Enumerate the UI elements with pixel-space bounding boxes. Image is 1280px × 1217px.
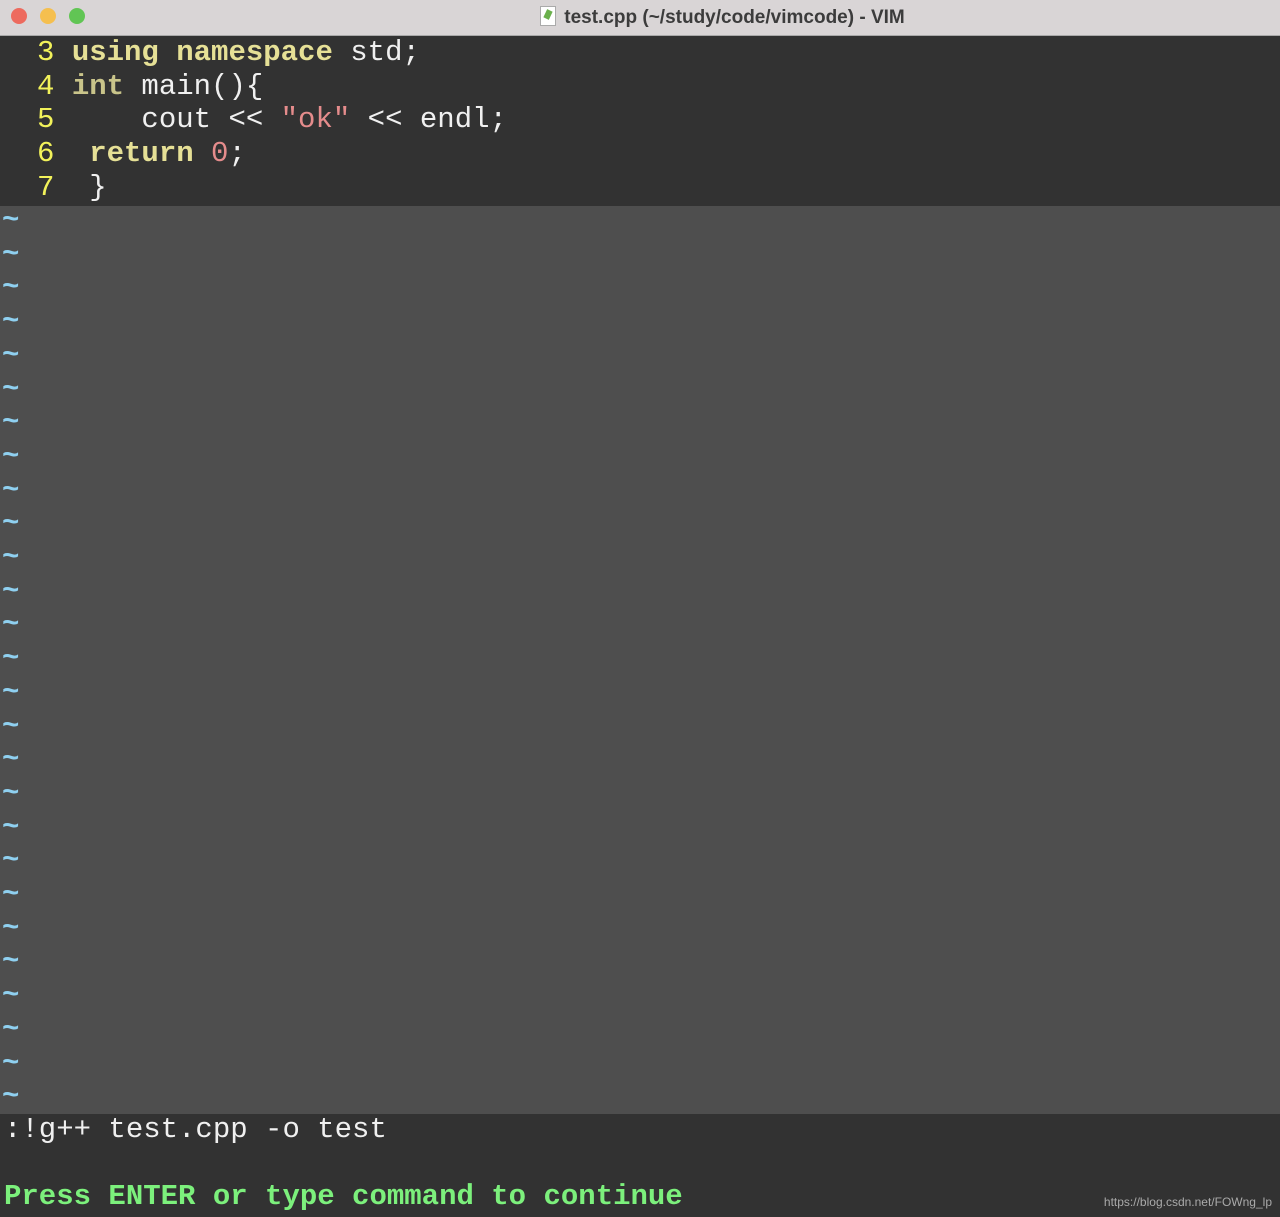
tilde-marker: ~: [2, 642, 20, 676]
press-enter-prompt: Press ENTER or type command to continue: [4, 1180, 683, 1213]
watermark: https://blog.csdn.net/FOWng_lp: [1103, 1195, 1272, 1209]
code-line[interactable]: 4 int main(){: [37, 70, 263, 104]
window-title-text: test.cpp (~/study/code/vimcode) - VIM: [564, 7, 905, 28]
tilde-marker: ~: [2, 911, 20, 945]
code-token: std;: [332, 36, 420, 69]
tilde-marker: ~: [2, 844, 20, 878]
tilde-marker: ~: [2, 878, 20, 911]
line-number: 5: [37, 103, 72, 137]
code-token: "ok": [280, 103, 351, 137]
tilde-marker: ~: [2, 541, 20, 574]
code-line[interactable]: 7 }: [37, 171, 107, 205]
tilde-marker: ~: [2, 709, 20, 743]
code-token: return: [89, 137, 194, 171]
code-line[interactable]: 6 return 0;: [37, 137, 246, 171]
line-number: 7: [37, 170, 72, 204]
line-number: 4: [37, 69, 72, 103]
command-line[interactable]: :!g++ test.cpp -o test: [4, 1113, 387, 1147]
code-token: << endl;: [350, 103, 507, 137]
code-token: ;: [228, 137, 246, 171]
code-line[interactable]: 3 using namespace std;: [37, 36, 420, 70]
code-token: cout <<: [71, 103, 281, 137]
tilde-marker: ~: [2, 675, 20, 709]
tilde-marker: ~: [2, 338, 20, 372]
code-token: int: [71, 69, 125, 103]
tilde-marker: ~: [2, 439, 20, 473]
tilde-marker: ~: [2, 305, 20, 339]
tilde-marker: ~: [2, 574, 20, 608]
tilde-marker: ~: [2, 204, 20, 237]
tilde-marker: ~: [2, 1012, 20, 1046]
tilde-marker: ~: [2, 372, 20, 406]
tilde-marker: ~: [2, 810, 20, 844]
code-token: main(){: [124, 69, 264, 103]
tilde-marker: ~: [2, 743, 20, 777]
tilde-marker: ~: [2, 1046, 20, 1080]
line-number: 3: [37, 36, 72, 69]
code-token: }: [71, 170, 107, 204]
tilde-marker: ~: [2, 271, 20, 305]
tilde-marker: ~: [2, 776, 20, 810]
line-number: 6: [37, 137, 72, 171]
tilde-marker: ~: [2, 473, 20, 507]
cpp-file-icon: [540, 6, 557, 26]
tilde-marker: ~: [2, 608, 20, 642]
tilde-marker: ~: [2, 507, 20, 541]
code-line[interactable]: 5 cout << "ok" << endl;: [37, 103, 507, 137]
window-title: test.cpp (~/study/code/vimcode) - VIM: [0, 6, 1280, 29]
code-token: using: [71, 36, 159, 69]
empty-buffer-area: ~ ~ ~ ~ ~ ~ ~ ~ ~ ~ ~ ~ ~ ~ ~ ~ ~ ~ ~ ~ ~ ~ ~ ~ ~ ~ ~: [0, 204, 1280, 1114]
title-bar: test.cpp (~/study/code/vimcode) - VIM: [0, 0, 1280, 36]
tilde-marker: ~: [2, 1080, 20, 1114]
tilde-marker: ~: [2, 406, 20, 440]
code-token: namespace: [176, 36, 333, 69]
code-area[interactable]: 3 using namespace std; 4 int main(){5 cou…: [0, 36, 1280, 206]
code-token: 0: [211, 137, 229, 171]
tilde-marker: ~: [2, 237, 20, 271]
tilde-marker: ~: [2, 979, 20, 1013]
tilde-marker: ~: [2, 945, 20, 979]
